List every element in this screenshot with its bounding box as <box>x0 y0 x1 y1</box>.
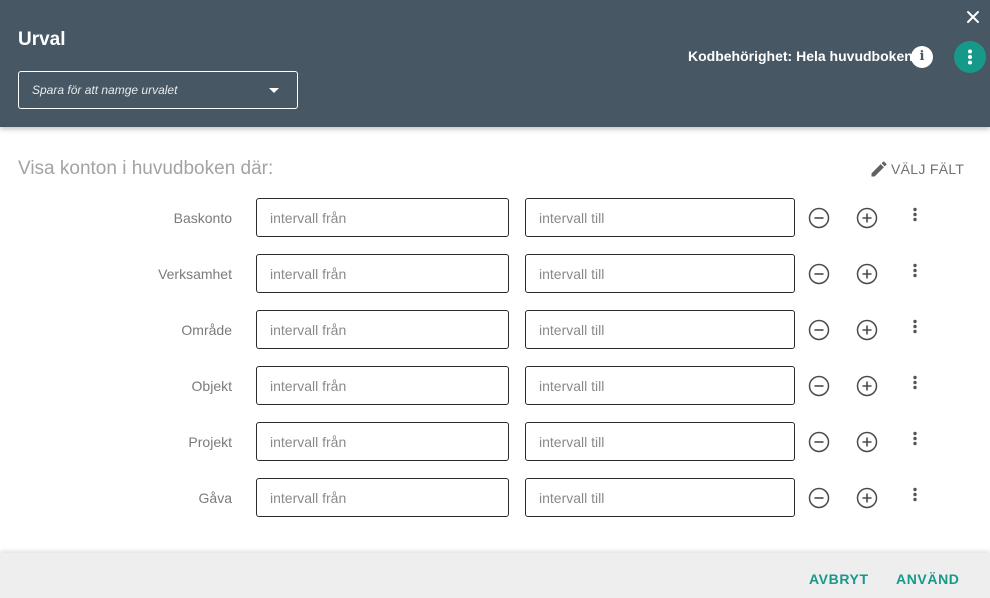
filter-row: Objekt intervall från intervall till <box>0 366 990 406</box>
row-label: Projekt <box>188 434 232 450</box>
interval-to-input[interactable]: intervall till <box>525 254 795 293</box>
interval-to-input[interactable]: intervall till <box>525 366 795 405</box>
add-circle-icon[interactable] <box>856 487 878 509</box>
interval-from-input[interactable]: intervall från <box>256 198 509 237</box>
interval-to-input[interactable]: intervall till <box>525 198 795 237</box>
save-selection-dropdown[interactable]: Spara för att namge urvalet <box>18 71 298 109</box>
more-vert-icon[interactable] <box>910 375 920 391</box>
remove-circle-icon[interactable] <box>808 375 830 397</box>
interval-from-placeholder: intervall från <box>270 210 347 226</box>
save-selection-placeholder: Spara för att namge urvalet <box>32 83 178 97</box>
info-glyph: i <box>919 49 925 64</box>
remove-circle-icon[interactable] <box>808 207 830 229</box>
more-options-button[interactable] <box>954 41 986 73</box>
dialog-header: Urval Spara för att namge urvalet Kodbeh… <box>0 0 990 127</box>
info-icon[interactable]: i <box>911 46 933 68</box>
interval-from-input[interactable]: intervall från <box>256 254 509 293</box>
more-vert-icon[interactable] <box>910 263 920 279</box>
close-icon[interactable] <box>966 10 980 24</box>
chevron-down-icon <box>269 88 279 93</box>
code-permission-text: Kodbehörighet: Hela huvudboken <box>688 48 913 64</box>
remove-circle-icon[interactable] <box>808 487 830 509</box>
more-vert-icon[interactable] <box>910 207 920 223</box>
add-circle-icon[interactable] <box>856 375 878 397</box>
interval-to-placeholder: intervall till <box>539 490 605 506</box>
row-label: Baskonto <box>173 210 232 226</box>
interval-from-placeholder: intervall från <box>270 322 347 338</box>
interval-to-placeholder: intervall till <box>539 322 605 338</box>
pencil-icon <box>871 161 887 177</box>
row-label: Gåva <box>198 490 232 506</box>
cancel-button[interactable]: AVBRYT <box>809 571 869 587</box>
remove-circle-icon[interactable] <box>808 319 830 341</box>
more-vert-icon[interactable] <box>910 431 920 447</box>
filter-row: Verksamhet intervall från intervall till <box>0 254 990 294</box>
row-label: Område <box>181 322 232 338</box>
interval-from-input[interactable]: intervall från <box>256 422 509 461</box>
interval-to-input[interactable]: intervall till <box>525 422 795 461</box>
interval-from-placeholder: intervall från <box>270 490 347 506</box>
choose-fields-label: VÄLJ FÄLT <box>891 161 965 177</box>
remove-circle-icon[interactable] <box>808 263 830 285</box>
interval-from-input[interactable]: intervall från <box>256 478 509 517</box>
filter-row: Baskonto intervall från intervall till <box>0 198 990 238</box>
interval-to-placeholder: intervall till <box>539 266 605 282</box>
dialog-footer: AVBRYT ANVÄND <box>0 553 990 598</box>
dialog-title: Urval <box>18 29 66 50</box>
more-vert-icon[interactable] <box>910 319 920 335</box>
row-label: Objekt <box>191 378 232 394</box>
interval-from-input[interactable]: intervall från <box>256 366 509 405</box>
row-label: Verksamhet <box>158 266 232 282</box>
interval-from-placeholder: intervall från <box>270 434 347 450</box>
add-circle-icon[interactable] <box>856 263 878 285</box>
interval-from-placeholder: intervall från <box>270 266 347 282</box>
interval-from-input[interactable]: intervall från <box>256 310 509 349</box>
add-circle-icon[interactable] <box>856 319 878 341</box>
interval-to-placeholder: intervall till <box>539 434 605 450</box>
add-circle-icon[interactable] <box>856 207 878 229</box>
more-vert-icon[interactable] <box>910 487 920 503</box>
interval-to-placeholder: intervall till <box>539 378 605 394</box>
interval-to-input[interactable]: intervall till <box>525 478 795 517</box>
more-vert-icon <box>968 49 972 65</box>
section-subtitle: Visa konton i huvudboken där: <box>18 158 274 179</box>
interval-to-placeholder: intervall till <box>539 210 605 226</box>
apply-button[interactable]: ANVÄND <box>896 571 960 587</box>
filter-row: Gåva intervall från intervall till <box>0 478 990 518</box>
filter-row: Område intervall från intervall till <box>0 310 990 350</box>
filter-row: Projekt intervall från intervall till <box>0 422 990 462</box>
remove-circle-icon[interactable] <box>808 431 830 453</box>
add-circle-icon[interactable] <box>856 431 878 453</box>
interval-from-placeholder: intervall från <box>270 378 347 394</box>
interval-to-input[interactable]: intervall till <box>525 310 795 349</box>
